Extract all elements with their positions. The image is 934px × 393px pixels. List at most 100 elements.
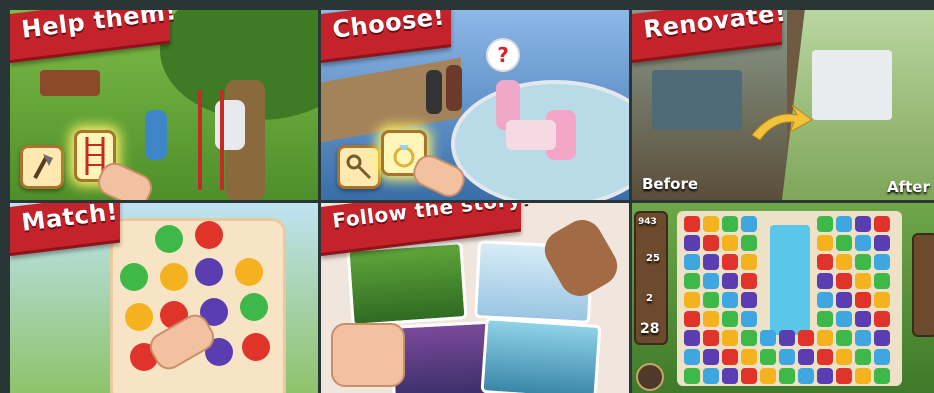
- board-tile[interactable]: [817, 235, 833, 251]
- board-tile[interactable]: [855, 254, 871, 270]
- board-tile[interactable]: [874, 330, 890, 346]
- board-tile[interactable]: [874, 273, 890, 289]
- board-tile[interactable]: [703, 330, 719, 346]
- board-tile[interactable]: [722, 273, 738, 289]
- board-tile[interactable]: [836, 235, 852, 251]
- board-tile[interactable]: [684, 254, 700, 270]
- board-tile[interactable]: [817, 349, 833, 365]
- board-tile[interactable]: [855, 311, 871, 327]
- board-tile[interactable]: [855, 349, 871, 365]
- board-tile[interactable]: [722, 330, 738, 346]
- board-tile[interactable]: [874, 368, 890, 384]
- board-tile[interactable]: [684, 235, 700, 251]
- grape-icon[interactable]: [195, 258, 223, 286]
- panel-help-them[interactable]: Help them!: [10, 10, 318, 200]
- board-tile[interactable]: [874, 292, 890, 308]
- board-tile[interactable]: [855, 216, 871, 232]
- board-tile[interactable]: [722, 368, 738, 384]
- board-tile[interactable]: [836, 311, 852, 327]
- board-tile[interactable]: [684, 368, 700, 384]
- board-tile[interactable]: [741, 216, 757, 232]
- board-tile[interactable]: [741, 273, 757, 289]
- board-tile[interactable]: [741, 311, 757, 327]
- board-tile[interactable]: [760, 330, 776, 346]
- board-tile[interactable]: [798, 368, 814, 384]
- board-tile[interactable]: [874, 216, 890, 232]
- board-tile[interactable]: [741, 349, 757, 365]
- board-tile[interactable]: [874, 311, 890, 327]
- board-tile[interactable]: [836, 216, 852, 232]
- board-tile[interactable]: [817, 273, 833, 289]
- board-tile[interactable]: [817, 292, 833, 308]
- story-card-1[interactable]: [346, 241, 468, 327]
- board-tile[interactable]: [836, 254, 852, 270]
- board-tile[interactable]: [760, 349, 776, 365]
- board-tile[interactable]: [836, 349, 852, 365]
- apple-icon[interactable]: [242, 333, 270, 361]
- board-tile[interactable]: [703, 292, 719, 308]
- board-tile[interactable]: [722, 254, 738, 270]
- story-card-4[interactable]: [480, 317, 602, 393]
- board-tile[interactable]: [684, 311, 700, 327]
- board-tile[interactable]: [855, 330, 871, 346]
- panel-match[interactable]: Match!: [10, 203, 318, 393]
- board-tile[interactable]: [836, 273, 852, 289]
- board-tile[interactable]: [836, 330, 852, 346]
- board-tile[interactable]: [760, 368, 776, 384]
- board-tile[interactable]: [722, 311, 738, 327]
- panel-follow-story[interactable]: Follow the story!: [321, 203, 629, 393]
- booster-button[interactable]: [636, 363, 664, 391]
- board-tile[interactable]: [741, 330, 757, 346]
- board-tile[interactable]: [722, 216, 738, 232]
- board-tile[interactable]: [741, 254, 757, 270]
- board-tile[interactable]: [703, 273, 719, 289]
- board-tile[interactable]: [855, 292, 871, 308]
- board-tile[interactable]: [703, 349, 719, 365]
- board-tile[interactable]: [703, 254, 719, 270]
- board-tile[interactable]: [779, 349, 795, 365]
- board-tile[interactable]: [741, 235, 757, 251]
- board-tile[interactable]: [703, 235, 719, 251]
- leaf-icon[interactable]: [155, 225, 183, 253]
- board-tile[interactable]: [684, 349, 700, 365]
- board-tile[interactable]: [817, 216, 833, 232]
- leaf-icon[interactable]: [240, 293, 268, 321]
- board-tile[interactable]: [817, 254, 833, 270]
- board-tile[interactable]: [703, 368, 719, 384]
- board-tile[interactable]: [741, 368, 757, 384]
- board-tile[interactable]: [703, 216, 719, 232]
- board-tile[interactable]: [684, 292, 700, 308]
- board-tile[interactable]: [817, 311, 833, 327]
- board-tile[interactable]: [722, 235, 738, 251]
- pear-icon[interactable]: [235, 258, 263, 286]
- panel-renovate[interactable]: Before After Renovate!: [632, 10, 934, 200]
- board-tile[interactable]: [855, 368, 871, 384]
- board-tile[interactable]: [855, 273, 871, 289]
- board-tile[interactable]: [779, 368, 795, 384]
- board-tile[interactable]: [703, 311, 719, 327]
- board-tile[interactable]: [817, 330, 833, 346]
- board-tile[interactable]: [741, 292, 757, 308]
- board-tile[interactable]: [684, 273, 700, 289]
- panel-gameplay[interactable]: 943 25 2 28: [632, 203, 934, 393]
- keys-choice[interactable]: [337, 145, 381, 189]
- board-tile[interactable]: [684, 216, 700, 232]
- board-tile[interactable]: [722, 349, 738, 365]
- panel-choose[interactable]: ? Choose!: [321, 10, 629, 200]
- board-tile[interactable]: [836, 292, 852, 308]
- board-tile[interactable]: [779, 330, 795, 346]
- board-tile[interactable]: [874, 349, 890, 365]
- board-tile[interactable]: [798, 330, 814, 346]
- leaf-icon[interactable]: [120, 263, 148, 291]
- board-tile[interactable]: [874, 235, 890, 251]
- pear-icon[interactable]: [125, 303, 153, 331]
- pear-icon[interactable]: [160, 263, 188, 291]
- board-tile[interactable]: [817, 368, 833, 384]
- axe-choice[interactable]: [20, 145, 64, 189]
- board-tile[interactable]: [874, 254, 890, 270]
- board-tile[interactable]: [855, 235, 871, 251]
- board-tile[interactable]: [722, 292, 738, 308]
- apple-icon[interactable]: [195, 221, 223, 249]
- board-tile[interactable]: [684, 330, 700, 346]
- board-tile[interactable]: [836, 368, 852, 384]
